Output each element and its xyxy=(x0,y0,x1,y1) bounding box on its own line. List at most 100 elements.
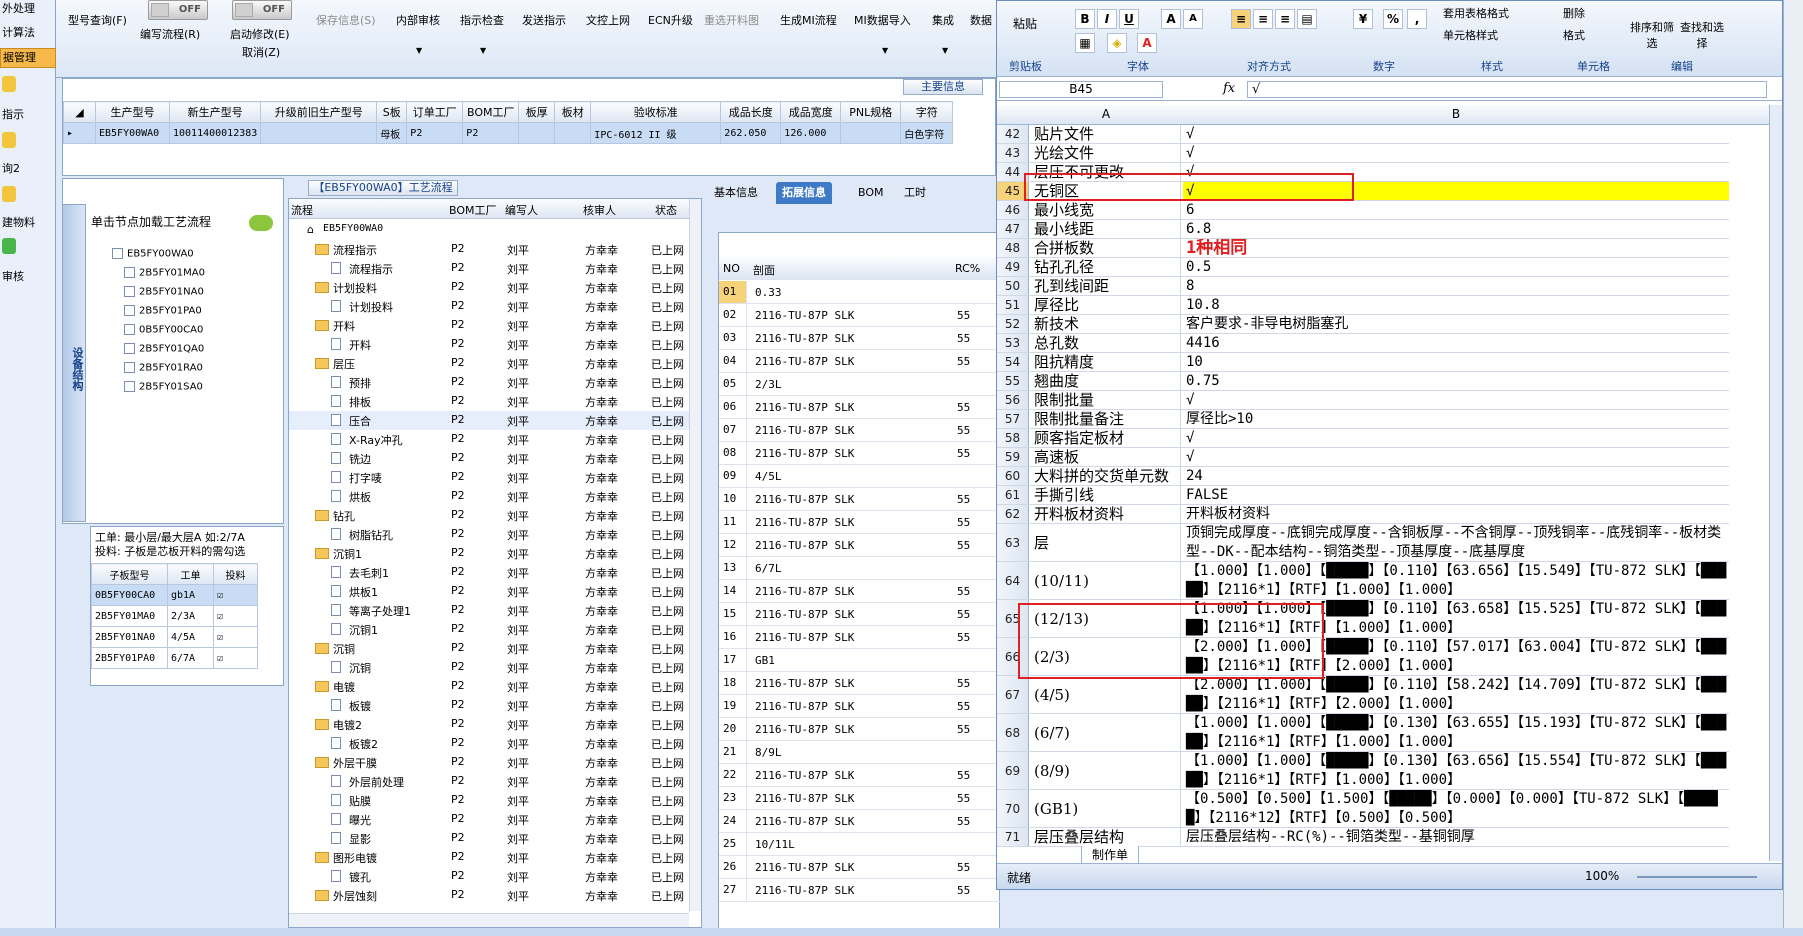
header-cell[interactable]: S板 xyxy=(376,101,408,123)
cell-a[interactable]: 层压叠层结构 xyxy=(1031,828,1181,846)
sheet-row[interactable]: 53 总孔数 4416 xyxy=(997,334,1729,353)
tree-node[interactable]: 2B5FY01RA0 xyxy=(124,362,203,374)
tree-node[interactable]: 2B5FY01SA0 xyxy=(124,381,203,393)
header-cell[interactable]: RC% xyxy=(955,262,980,275)
header-cell[interactable]: 工单 xyxy=(167,563,214,585)
cell-a[interactable]: (2/3) xyxy=(1031,638,1181,675)
flow-row[interactable]: 开料 P2 刘平 方幸幸 已上网 xyxy=(289,335,689,354)
cell-a[interactable]: 高速板 xyxy=(1031,448,1181,466)
fill-color-icon[interactable]: ◈ xyxy=(1107,33,1127,53)
header-cell[interactable]: NO xyxy=(723,262,740,275)
stackup-row[interactable]: 16 2116-TU-87P SLK 55 xyxy=(719,626,1001,649)
sheet-row[interactable]: 66 (2/3) 【2.000】【1.000】【█████】【0.110】【57.0… xyxy=(997,638,1729,676)
header-cell[interactable]: 生产型号 xyxy=(95,101,170,123)
cell[interactable] xyxy=(260,122,378,144)
tab-extended-info[interactable]: 拓展信息 xyxy=(776,182,832,204)
stackup-row[interactable]: 05 2/3L xyxy=(719,373,1001,396)
flow-row[interactable]: 排板 P2 刘平 方幸幸 已上网 xyxy=(289,392,689,411)
flow-row[interactable]: 曝光 P2 刘平 方幸幸 已上网 xyxy=(289,810,689,829)
flow-root[interactable]: ⌂ EB5FY00WA0 xyxy=(289,221,689,240)
cell-b[interactable]: 【2.000】【1.000】【█████】【0.110】【58.242】【14.… xyxy=(1183,676,1729,713)
stackup-row[interactable]: 18 2116-TU-87P SLK 55 xyxy=(719,672,1001,695)
cell[interactable]: 4/5A xyxy=(167,626,214,648)
cell-a[interactable]: (GB1) xyxy=(1031,790,1181,827)
cell-a[interactable]: 总孔数 xyxy=(1031,334,1181,352)
flow-row[interactable]: 计划投料 P2 刘平 方幸幸 已上网 xyxy=(289,278,689,297)
integrate-button[interactable]: 集成 xyxy=(932,12,954,28)
cell-b[interactable]: 顶铜完成厚度--底铜完成厚度--含铜板厚--不含铜厚--顶残铜率--底残铜率--… xyxy=(1183,524,1729,561)
flow-row[interactable]: 外层蚀刻 P2 刘平 方幸幸 已上网 xyxy=(289,886,689,905)
function-icon[interactable]: fx xyxy=(1223,81,1235,96)
row-header[interactable]: 43 xyxy=(997,144,1029,162)
reopen-material-button[interactable]: 重选开料图 xyxy=(704,12,759,28)
cell-b[interactable]: 24 xyxy=(1183,467,1729,485)
cell-a[interactable]: 无铜区 xyxy=(1031,182,1181,200)
zoom-slider[interactable] xyxy=(1637,876,1757,878)
currency-icon[interactable]: ¥ xyxy=(1353,9,1373,29)
row-header[interactable]: 63 xyxy=(997,524,1029,561)
sheet-row[interactable]: 43 光绘文件 √ xyxy=(997,144,1729,163)
row-header[interactable]: 61 xyxy=(997,486,1029,504)
flow-row[interactable]: 层压 P2 刘平 方幸幸 已上网 xyxy=(289,354,689,373)
flow-row[interactable]: 打字唛 P2 刘平 方幸幸 已上网 xyxy=(289,468,689,487)
align-right-icon[interactable]: ≡ xyxy=(1275,9,1295,29)
cell-a[interactable]: 光绘文件 xyxy=(1031,144,1181,162)
sheet-row[interactable]: 69 (8/9) 【1.000】【1.000】【█████】【0.130】【63.6… xyxy=(997,752,1729,790)
column-header-a[interactable]: A xyxy=(1031,107,1181,121)
cell-a[interactable]: 孔到线间距 xyxy=(1031,277,1181,295)
header-cell[interactable]: 剖面 xyxy=(753,262,775,278)
cell-b[interactable]: √ xyxy=(1183,429,1729,447)
stackup-row[interactable]: 08 2116-TU-87P SLK 55 xyxy=(719,442,1001,465)
cell-a[interactable]: (6/7) xyxy=(1031,714,1181,751)
stackup-row[interactable]: 20 2116-TU-87P SLK 55 xyxy=(719,718,1001,741)
cell-b[interactable]: 6.8 xyxy=(1183,220,1729,238)
stackup-row[interactable]: 19 2116-TU-87P SLK 55 xyxy=(719,695,1001,718)
merge-icon[interactable]: ▤ xyxy=(1297,9,1317,29)
cell-b[interactable]: 【0.500】【0.500】【1.500】【█████】【0.000】【0.00… xyxy=(1183,790,1729,827)
flow-row[interactable]: 板镀2 P2 刘平 方幸幸 已上网 xyxy=(289,734,689,753)
row-header[interactable]: 44 xyxy=(997,163,1029,181)
cell-a[interactable]: 手撕引线 xyxy=(1031,486,1181,504)
stackup-row[interactable]: 01 0.33 xyxy=(719,281,1001,304)
row-header[interactable]: 53 xyxy=(997,334,1029,352)
align-left-icon[interactable]: ≡ xyxy=(1231,9,1251,29)
header-cell[interactable]: 流程 xyxy=(291,202,313,218)
row-header[interactable]: 56 xyxy=(997,391,1029,409)
row-header[interactable]: 62 xyxy=(997,505,1029,523)
flow-row[interactable]: 铣边 P2 刘平 方幸幸 已上网 xyxy=(289,449,689,468)
cell[interactable]: 白色字符 xyxy=(900,122,954,144)
cell-b[interactable]: √ xyxy=(1183,144,1729,162)
sheet-row[interactable]: 63 层顶铜完成厚度--底铜完成厚度--含铜板厚--不含铜厚--顶残铜率--底残铜… xyxy=(997,524,1729,562)
flow-row[interactable]: 开料 P2 刘平 方幸幸 已上网 xyxy=(289,316,689,335)
tree-node[interactable]: 2B5FY01PA0 xyxy=(124,305,202,317)
checkbox[interactable] xyxy=(124,305,135,316)
flow-row[interactable]: 沉铜1 P2 刘平 方幸幸 已上网 xyxy=(289,620,689,639)
cell[interactable]: P2 xyxy=(462,122,520,144)
checkbox[interactable] xyxy=(124,267,135,278)
toggle-switch-2[interactable]: OFF xyxy=(232,0,292,20)
cell[interactable]: 2/3A xyxy=(167,605,214,627)
cell-b[interactable]: √ xyxy=(1183,163,1729,181)
row-header[interactable]: 59 xyxy=(997,448,1029,466)
stackup-row[interactable]: 22 2116-TU-87P SLK 55 xyxy=(719,764,1001,787)
tree-node[interactable]: 2B5FY01NA0 xyxy=(124,286,204,298)
cell-a[interactable]: (8/9) xyxy=(1031,752,1181,789)
stackup-row[interactable]: 03 2116-TU-87P SLK 55 xyxy=(719,327,1001,350)
cell[interactable] xyxy=(554,122,592,144)
cell[interactable]: 2B5FY01PA0 xyxy=(91,647,168,669)
underline-button[interactable]: U xyxy=(1119,9,1139,29)
stackup-row[interactable]: 12 2116-TU-87P SLK 55 xyxy=(719,534,1001,557)
cell-b[interactable]: 10.8 xyxy=(1183,296,1729,314)
row-header[interactable]: 70 xyxy=(997,790,1029,827)
stackup-row[interactable]: 21 8/9L xyxy=(719,741,1001,764)
flow-row[interactable]: 流程指示 P2 刘平 方幸幸 已上网 xyxy=(289,240,689,259)
row-header[interactable]: 55 xyxy=(997,372,1029,390)
header-cell[interactable]: 验收标准 xyxy=(590,101,722,123)
cell-a[interactable]: (10/11) xyxy=(1031,562,1181,599)
sheet-row[interactable]: 55 翘曲度 0.75 xyxy=(997,372,1729,391)
font-color-icon[interactable]: A xyxy=(1137,33,1157,53)
flow-row[interactable]: 去毛刺1 P2 刘平 方幸幸 已上网 xyxy=(289,563,689,582)
row-header[interactable]: 54 xyxy=(997,353,1029,371)
header-cell[interactable]: 核审人 xyxy=(583,202,616,218)
row-header[interactable]: 45 xyxy=(997,182,1029,200)
